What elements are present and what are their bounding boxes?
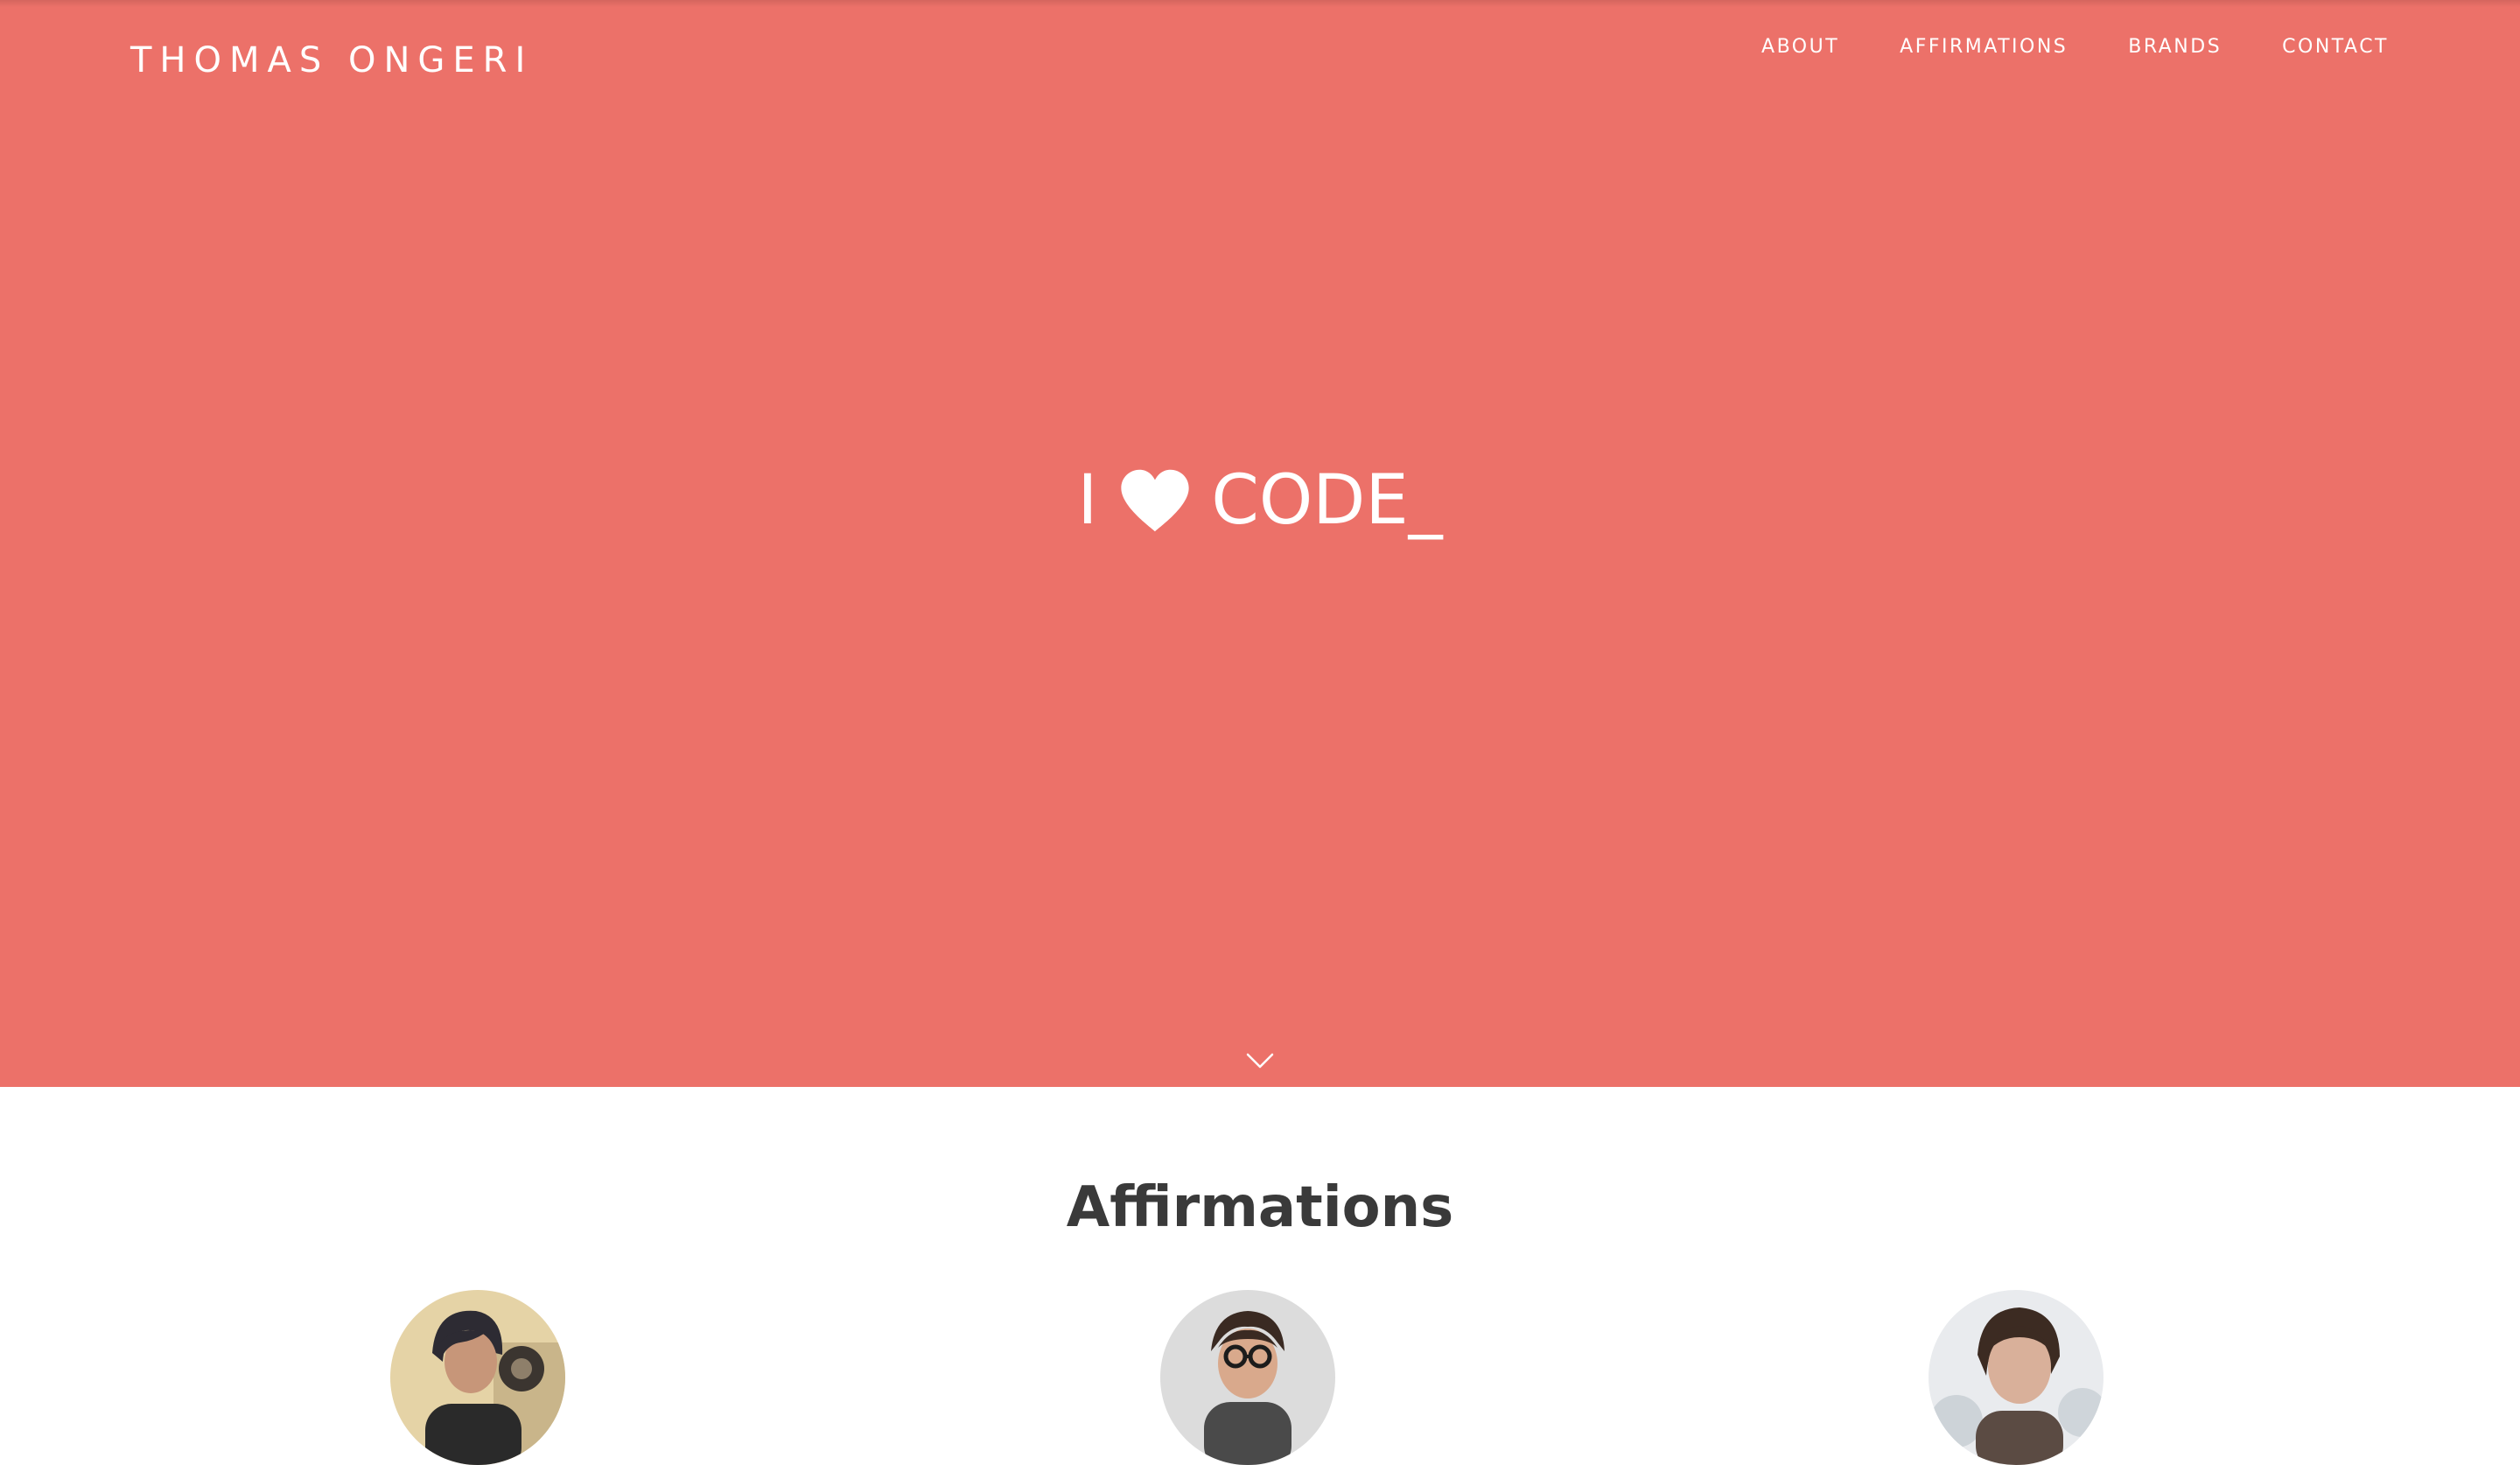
hero-section: THOMAS ONGERI ABOUT AFFIRMATIONS BRANDS … [0, 0, 2520, 1087]
headline-end: CODE_ [1211, 461, 1443, 540]
heart-icon [1118, 468, 1192, 533]
main-nav: ABOUT AFFIRMATIONS BRANDS CONTACT [1761, 32, 2389, 63]
site-brand[interactable]: THOMAS ONGERI [130, 40, 533, 81]
affirmations-title: Affirmations [1066, 1175, 1454, 1240]
headline-start: I [1077, 461, 1098, 540]
nav-about[interactable]: ABOUT [1761, 32, 1839, 63]
avatar [1160, 1290, 1335, 1465]
nav-affirmations[interactable]: AFFIRMATIONS [1900, 32, 2068, 63]
hero-headline: I CODE_ [0, 455, 2520, 546]
avatar [390, 1290, 565, 1465]
chevron-down-icon[interactable] [1245, 1050, 1275, 1071]
avatar [1928, 1290, 2104, 1465]
nav-brands[interactable]: BRANDS [2128, 32, 2222, 63]
nav-contact[interactable]: CONTACT [2282, 32, 2389, 63]
